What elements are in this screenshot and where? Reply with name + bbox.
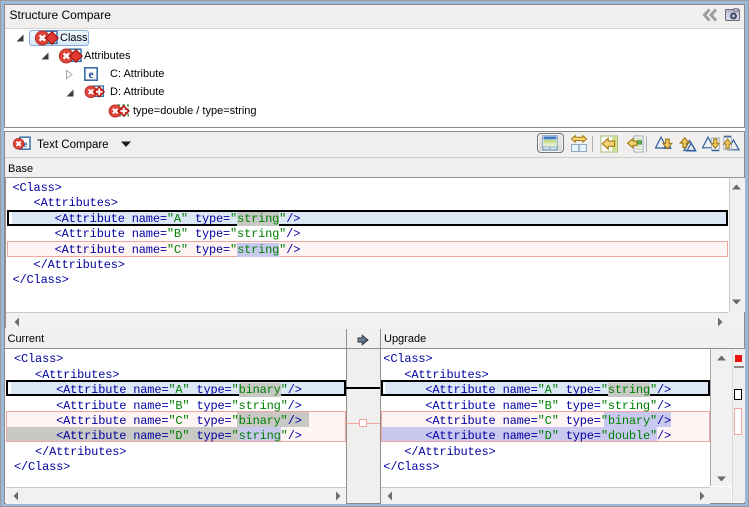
svg-text:e: e (88, 69, 93, 81)
